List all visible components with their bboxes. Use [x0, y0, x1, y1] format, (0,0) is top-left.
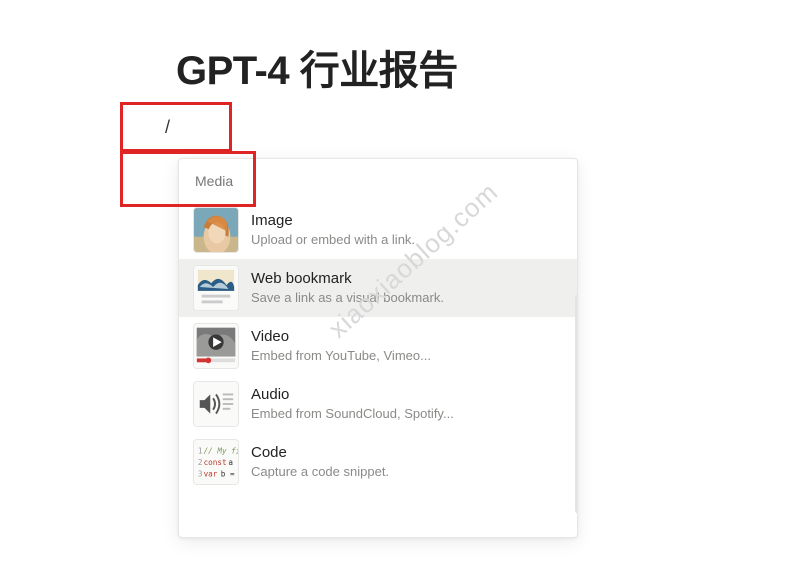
slash-text: / — [165, 117, 170, 138]
page-title: GPT-4 行业报告 — [176, 38, 458, 96]
menu-item-desc: Upload or embed with a link. — [251, 232, 415, 249]
audio-icon — [193, 381, 239, 427]
svg-text:1: 1 — [198, 446, 203, 455]
svg-text:var: var — [204, 469, 218, 478]
svg-text:// My fi: // My fi — [204, 446, 238, 455]
menu-item-desc: Embed from YouTube, Vimeo... — [251, 348, 431, 365]
menu-item-audio[interactable]: Audio Embed from SoundCloud, Spotify... — [179, 375, 577, 433]
block-menu: Media Image Upload or embed with a link. — [178, 158, 578, 538]
menu-item-code[interactable]: 1 // My fi 2 const a 3 var b = Code Capt… — [179, 433, 577, 491]
menu-item-desc: Save a link as a visual bookmark. — [251, 290, 444, 307]
menu-section-header: Media — [179, 159, 577, 201]
menu-item-video[interactable]: Video Embed from YouTube, Vimeo... — [179, 317, 577, 375]
svg-text:b =: b = — [221, 469, 235, 478]
menu-item-desc: Capture a code snippet. — [251, 464, 389, 481]
svg-text:const: const — [204, 458, 227, 467]
menu-item-title: Video — [251, 327, 431, 347]
svg-text:2: 2 — [198, 458, 203, 467]
menu-item-title: Audio — [251, 385, 454, 405]
menu-item-image[interactable]: Image Upload or embed with a link. — [179, 201, 577, 259]
menu-item-title: Image — [251, 211, 415, 231]
menu-item-web-bookmark[interactable]: Web bookmark Save a link as a visual boo… — [179, 259, 577, 317]
bookmark-icon — [193, 265, 239, 311]
slash-command-input[interactable]: / — [120, 102, 232, 152]
image-icon — [193, 207, 239, 253]
svg-text:a: a — [228, 458, 233, 467]
menu-item-title: Code — [251, 443, 389, 463]
code-icon: 1 // My fi 2 const a 3 var b = — [193, 439, 239, 485]
video-icon — [193, 323, 239, 369]
menu-item-desc: Embed from SoundCloud, Spotify... — [251, 406, 454, 423]
menu-item-title: Web bookmark — [251, 269, 444, 289]
scrollbar[interactable] — [575, 294, 578, 514]
menu-list: Image Upload or embed with a link. Web b… — [179, 201, 577, 491]
svg-text:3: 3 — [198, 469, 203, 478]
